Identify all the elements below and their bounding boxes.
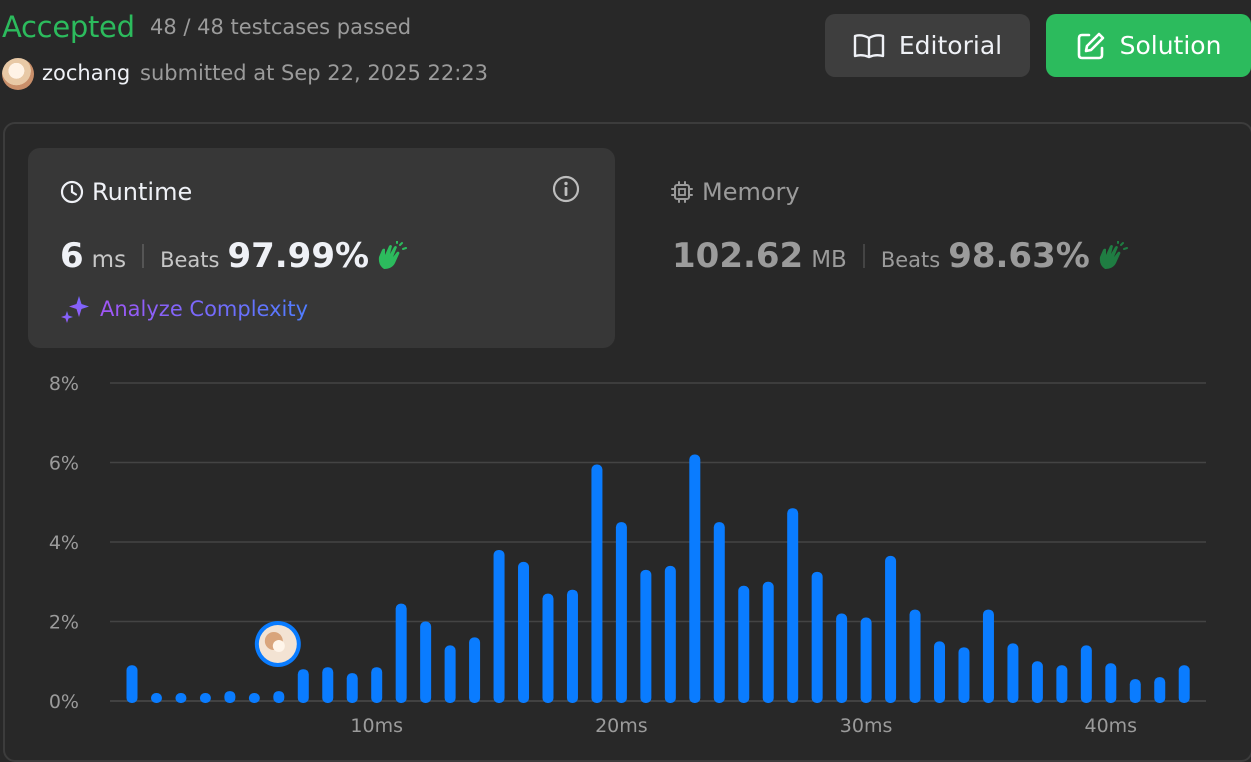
- submitted-at: submitted at Sep 22, 2025 22:23: [140, 61, 489, 85]
- memory-title-label: Memory: [702, 178, 800, 206]
- divider: [142, 244, 145, 268]
- runtime-beats-label: Beats: [160, 248, 220, 272]
- solution-button[interactable]: Solution: [1046, 14, 1251, 77]
- histogram-bar[interactable]: [982, 609, 994, 703]
- histogram-bar[interactable]: [420, 621, 432, 704]
- avatar[interactable]: [2, 58, 34, 90]
- histogram-bar[interactable]: [566, 589, 578, 703]
- solution-label: Solution: [1119, 31, 1222, 60]
- histogram-bar[interactable]: [126, 665, 138, 703]
- book-open-icon: [853, 33, 885, 58]
- histogram-bar[interactable]: [493, 549, 505, 703]
- histogram-bar[interactable]: [346, 673, 358, 703]
- analyze-complexity-button[interactable]: Analyze Complexity: [60, 294, 308, 324]
- histogram-bar[interactable]: [689, 454, 701, 703]
- runtime-metric: 6 ms Beats 97.99%: [60, 236, 408, 276]
- status-accepted: Accepted: [2, 10, 135, 44]
- histogram-bar[interactable]: [1105, 663, 1117, 703]
- editorial-button[interactable]: Editorial: [825, 14, 1030, 77]
- edit-icon: [1077, 32, 1104, 59]
- memory-beats-label: Beats: [880, 248, 941, 272]
- histogram-bar[interactable]: [1129, 679, 1141, 703]
- histogram-bar[interactable]: [1031, 661, 1043, 703]
- histogram-bar[interactable]: [1080, 645, 1092, 703]
- clock-icon: [60, 180, 84, 204]
- histogram-bar[interactable]: [248, 693, 260, 703]
- editorial-label: Editorial: [898, 31, 1003, 60]
- histogram-bar[interactable]: [518, 561, 530, 703]
- histogram-bar[interactable]: [1007, 643, 1019, 703]
- histogram-bar[interactable]: [958, 647, 970, 703]
- histogram-bar[interactable]: [909, 609, 921, 703]
- memory-chip-icon: [671, 181, 693, 203]
- divider: [862, 244, 865, 268]
- histogram-bar[interactable]: [224, 691, 236, 703]
- histogram-bar[interactable]: [860, 617, 872, 703]
- y-tick-label: 0%: [49, 691, 79, 713]
- memory-unit: MB: [811, 247, 847, 273]
- username[interactable]: zochang: [42, 61, 130, 85]
- histogram-bar[interactable]: [713, 522, 725, 703]
- histogram-bar[interactable]: [175, 693, 187, 703]
- histogram-bar[interactable]: [615, 522, 627, 703]
- runtime-title-label: Runtime: [92, 178, 193, 206]
- user-marker-face: [272, 640, 285, 652]
- runtime-distribution-chart: 0% 2% 4% 6% 8% 10ms 20ms 30ms 40ms: [49, 373, 1206, 734]
- clap-icon: [378, 241, 408, 269]
- sparkle-icon: [61, 296, 89, 323]
- histogram-bar[interactable]: [885, 555, 897, 703]
- histogram-bar[interactable]: [150, 693, 162, 703]
- histogram-bar[interactable]: [811, 571, 823, 703]
- x-tick-label: 10ms: [350, 715, 403, 734]
- memory-value: 102.62: [672, 236, 804, 276]
- histogram-bar[interactable]: [1056, 665, 1068, 703]
- analyze-complexity-label: Analyze Complexity: [100, 297, 309, 321]
- histogram-bar[interactable]: [297, 669, 309, 703]
- histogram-bar[interactable]: [542, 593, 554, 703]
- memory-beats-value: 98.63%: [948, 236, 1090, 276]
- x-tick-label: 30ms: [840, 715, 893, 734]
- x-tick-label: 40ms: [1085, 715, 1138, 734]
- y-tick-label: 8%: [49, 373, 79, 395]
- histogram-bar[interactable]: [199, 693, 211, 703]
- histogram-bar[interactable]: [322, 667, 334, 703]
- y-tick-label: 6%: [49, 453, 79, 475]
- histogram-bar[interactable]: [762, 581, 774, 703]
- histogram-bar[interactable]: [273, 691, 285, 703]
- testcases-passed: 48 / 48 testcases passed: [150, 15, 412, 39]
- histogram-bar[interactable]: [469, 637, 481, 703]
- histogram-bar[interactable]: [664, 565, 676, 703]
- runtime-value: 6: [60, 236, 84, 276]
- histogram-bar[interactable]: [934, 641, 946, 703]
- histogram-bar[interactable]: [1178, 665, 1190, 703]
- histogram-bar[interactable]: [395, 603, 407, 703]
- y-tick-label: 4%: [49, 532, 79, 554]
- runtime-unit: ms: [91, 247, 127, 273]
- y-tick-label: 2%: [49, 612, 79, 634]
- memory-metric: 102.62 MB Beats 98.63%: [672, 236, 1128, 276]
- info-icon[interactable]: [552, 175, 580, 203]
- histogram-bar[interactable]: [640, 569, 652, 703]
- runtime-beats-value: 97.99%: [227, 236, 370, 276]
- histogram-bar[interactable]: [787, 508, 799, 703]
- histogram-bar[interactable]: [1154, 677, 1166, 703]
- histogram-bar[interactable]: [836, 613, 848, 703]
- clap-icon: [1099, 241, 1128, 269]
- histogram-bar[interactable]: [591, 464, 603, 703]
- histogram-bar[interactable]: [371, 667, 383, 703]
- x-tick-label: 20ms: [595, 715, 648, 734]
- runtime-title: Runtime: [60, 178, 192, 206]
- histogram-bar[interactable]: [738, 585, 750, 703]
- memory-title[interactable]: Memory: [670, 178, 800, 206]
- histogram-bar[interactable]: [444, 645, 456, 703]
